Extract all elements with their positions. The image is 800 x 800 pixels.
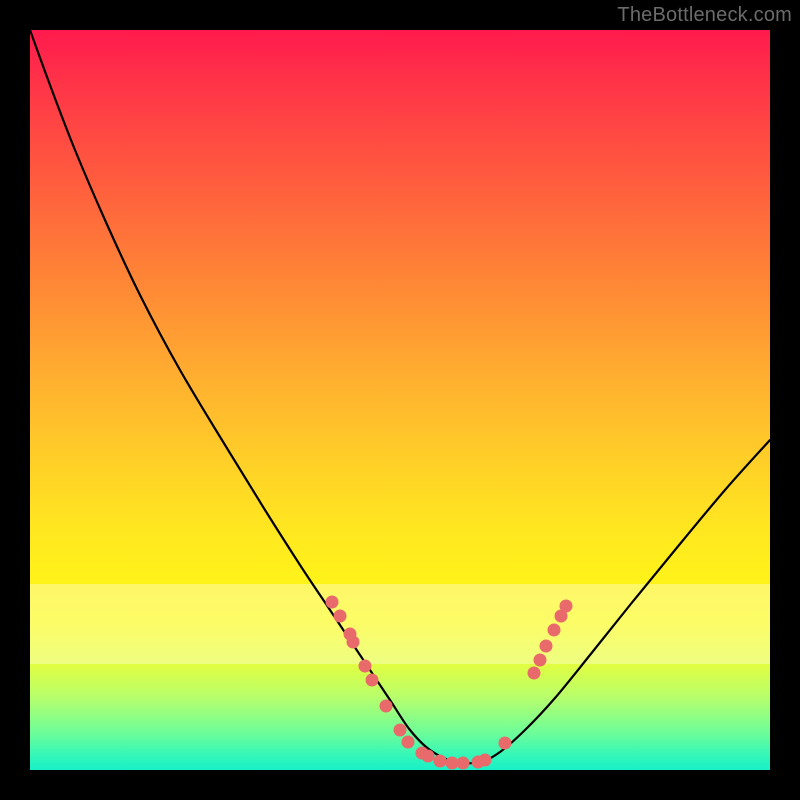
curve-marker (422, 750, 435, 763)
curve-marker (499, 737, 512, 750)
curve-marker (548, 624, 561, 637)
curve-marker (479, 754, 492, 767)
curve-marker (528, 667, 541, 680)
curve-marker (334, 610, 347, 623)
bottleneck-curve (30, 30, 770, 763)
curve-marker (326, 596, 339, 609)
curve-marker (402, 736, 415, 749)
chart-svg (30, 30, 770, 770)
curve-marker (434, 755, 447, 768)
curve-marker (347, 636, 360, 649)
curve-marker (534, 654, 547, 667)
watermark-text: TheBottleneck.com (617, 4, 792, 27)
curve-marker (366, 674, 379, 687)
curve-marker (359, 660, 372, 673)
curve-marker (457, 757, 470, 770)
marker-group (326, 596, 573, 770)
curve-marker (380, 700, 393, 713)
curve-marker (540, 640, 553, 653)
curve-marker (394, 724, 407, 737)
curve-marker (560, 600, 573, 613)
